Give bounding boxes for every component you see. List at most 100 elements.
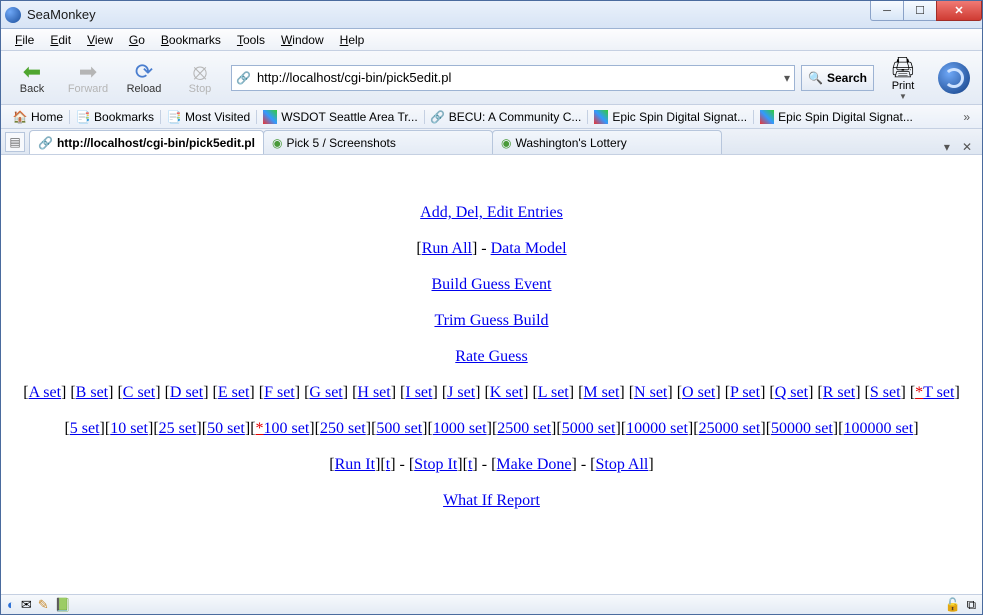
link-build-guess[interactable]: Build Guess Event <box>432 276 552 293</box>
link-numset-10000-set[interactable]: 10000 set <box>626 420 688 437</box>
bookmark-item-6[interactable]: Epic Spin Digital Signat... <box>754 108 919 126</box>
link-set-I-set[interactable]: I set <box>405 384 432 401</box>
link-what-if[interactable]: What If Report <box>443 492 540 509</box>
link-numset-5-set[interactable]: 5 set <box>70 420 100 437</box>
link-set-F-set[interactable]: F set <box>264 384 295 401</box>
link-numset-25-set[interactable]: 25 set <box>159 420 197 437</box>
tab-0[interactable]: 🔗http://localhost/cgi-bin/pick5edit.pl <box>29 130 264 154</box>
status-online-icon[interactable]: ◐ <box>7 597 15 612</box>
status-zoom-icon[interactable]: ⧉ <box>967 597 976 613</box>
link-numset-1000-set[interactable]: 1000 set <box>433 420 487 437</box>
link-set-S-set[interactable]: S set <box>870 384 901 401</box>
link-numset-10-set[interactable]: 10 set <box>110 420 148 437</box>
link-set-M-set[interactable]: M set <box>583 384 619 401</box>
menu-window[interactable]: Window <box>273 31 332 49</box>
url-bar[interactable]: 🔗 ▾ <box>231 65 795 91</box>
url-input[interactable] <box>255 69 780 86</box>
tab-bar: ▤ 🔗http://localhost/cgi-bin/pick5edit.pl… <box>1 129 982 155</box>
search-icon: 🔍 <box>808 71 823 85</box>
link-set-J-set[interactable]: J set <box>447 384 475 401</box>
menu-go[interactable]: Go <box>121 31 153 49</box>
tab-label: Washington's Lottery <box>515 136 626 150</box>
reload-button[interactable]: ⟳ Reload <box>119 61 169 95</box>
bookmark-item-1[interactable]: 📑Bookmarks <box>70 108 160 126</box>
link-set-B-set[interactable]: B set <box>76 384 108 401</box>
stop-button[interactable]: ⦻ Stop <box>175 61 225 95</box>
tab-dropdown[interactable]: ▾ <box>938 140 956 154</box>
link-set-K-set[interactable]: K set <box>490 384 523 401</box>
forward-button[interactable]: ➡ Forward <box>63 61 113 95</box>
link-set-N-set[interactable]: N set <box>634 384 667 401</box>
link-data-model[interactable]: Data Model <box>491 240 567 257</box>
link-run-all[interactable]: Run All <box>422 240 472 257</box>
home-icon: 🏠 <box>13 110 27 124</box>
status-security-icon[interactable]: 🔓 <box>945 597 961 613</box>
link-make-done[interactable]: Make Done <box>496 456 571 473</box>
link-numset-2500-set[interactable]: 2500 set <box>497 420 551 437</box>
link-numset-500-set[interactable]: 500 set <box>376 420 422 437</box>
link-set-P-set[interactable]: P set <box>730 384 760 401</box>
link-set-D-set[interactable]: D set <box>170 384 203 401</box>
link-set-O-set[interactable]: O set <box>682 384 715 401</box>
menu-file[interactable]: File <box>7 31 42 49</box>
link-numset-5000-set[interactable]: 5000 set <box>562 420 616 437</box>
link-numset-50-set[interactable]: 50 set <box>207 420 245 437</box>
tab-close[interactable]: ✕ <box>956 140 978 154</box>
menu-view[interactable]: View <box>79 31 121 49</box>
link-set-E-set[interactable]: E set <box>218 384 250 401</box>
link-set-G-set[interactable]: G set <box>309 384 342 401</box>
search-button[interactable]: 🔍 Search <box>801 65 874 91</box>
link-numset-50000-set[interactable]: 50000 set <box>771 420 833 437</box>
link-stop-it[interactable]: Stop It <box>414 456 457 473</box>
bookmark-item-2[interactable]: 📑Most Visited <box>161 108 256 126</box>
close-button[interactable]: ✕ <box>936 1 982 21</box>
link-numset-100-set[interactable]: *100 set <box>256 420 310 437</box>
app-icon <box>5 7 21 23</box>
dropdown-icon[interactable]: ▾ <box>784 71 790 85</box>
link-set-A-set[interactable]: A set <box>29 384 61 401</box>
throbber-icon <box>938 62 970 94</box>
tab-2[interactable]: ◉ Washington's Lottery <box>492 130 722 154</box>
status-mail-icon[interactable]: ✉ <box>21 597 32 613</box>
window-title: SeaMonkey <box>27 7 96 22</box>
link-set-R-set[interactable]: R set <box>823 384 855 401</box>
bookmark-item-5[interactable]: Epic Spin Digital Signat... <box>588 108 753 126</box>
menu-tools[interactable]: Tools <box>229 31 273 49</box>
link-set-Q-set[interactable]: Q set <box>775 384 808 401</box>
link-set-C-set[interactable]: C set <box>123 384 155 401</box>
search-label: Search <box>827 71 867 85</box>
link-rate-guess[interactable]: Rate Guess <box>455 348 527 365</box>
status-addressbook-icon[interactable]: 📗 <box>55 597 71 613</box>
back-button[interactable]: ⬅ Back <box>7 61 57 95</box>
bookmark-item-0[interactable]: 🏠 Home <box>7 108 69 126</box>
minimize-button[interactable]: ─ <box>870 1 904 21</box>
bookmarks-overflow[interactable]: » <box>957 110 976 124</box>
favicon-icon <box>760 110 774 124</box>
menu-help[interactable]: Help <box>332 31 373 49</box>
link-trim-guess[interactable]: Trim Guess Build <box>434 312 548 329</box>
link-stop-all[interactable]: Stop All <box>595 456 648 473</box>
print-icon: 🖨 <box>890 55 915 80</box>
bookmark-item-4[interactable]: 🔗BECU: A Community C... <box>425 108 588 126</box>
bookmark-item-3[interactable]: WSDOT Seattle Area Tr... <box>257 108 424 126</box>
window-controls: ─ ☐ ✕ <box>871 1 982 21</box>
print-button[interactable]: 🖨 Print ▼ <box>880 55 926 101</box>
link-set-H-set[interactable]: H set <box>357 384 390 401</box>
link-numset-100000-set[interactable]: 100000 set <box>843 420 913 437</box>
link-run-it[interactable]: Run It <box>335 456 375 473</box>
bookmark-label: Home <box>31 110 63 124</box>
new-tab-button[interactable]: ▤ <box>5 132 25 152</box>
link-numset-25000-set[interactable]: 25000 set <box>699 420 761 437</box>
menu-edit[interactable]: Edit <box>42 31 79 49</box>
link-add-del-edit[interactable]: Add, Del, Edit Entries <box>420 204 563 221</box>
link-set-L-set[interactable]: L set <box>538 384 569 401</box>
link-numset-250-set[interactable]: 250 set <box>320 420 366 437</box>
menu-bookmarks[interactable]: Bookmarks <box>153 31 229 49</box>
tab-1[interactable]: ◉Pick 5 / Screenshots <box>263 130 493 154</box>
status-compose-icon[interactable]: ✎ <box>38 597 49 613</box>
maximize-button[interactable]: ☐ <box>903 1 937 21</box>
link-set-T-set[interactable]: *T set <box>915 384 954 401</box>
bookmark-label: BECU: A Community C... <box>449 110 582 124</box>
bookmark-icon: 📑 <box>76 110 90 124</box>
favicon-icon: ◉ <box>501 136 511 150</box>
